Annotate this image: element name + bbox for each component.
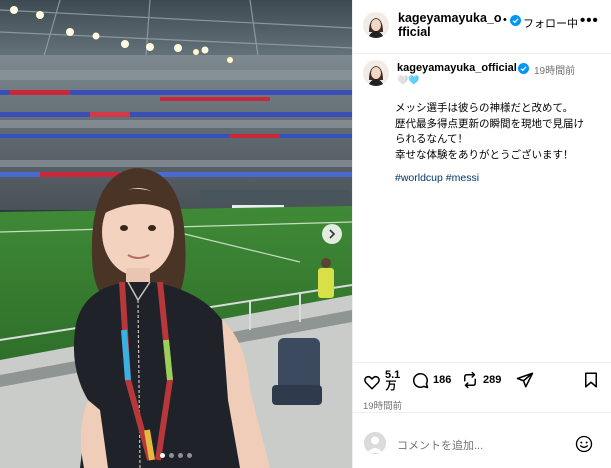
repost-icon bbox=[464, 371, 476, 389]
caption-username[interactable]: kageyamayuka_official bbox=[397, 62, 517, 74]
like-count-unit: 万 bbox=[385, 380, 397, 392]
repost-count: 289 bbox=[483, 373, 502, 386]
carousel-next-button[interactable] bbox=[322, 224, 342, 244]
light-blue-heart-emoji: 🩵 bbox=[408, 75, 420, 85]
caption-line: メッシ選手は彼らの神様だと改めて。 bbox=[395, 102, 574, 114]
avatar bbox=[364, 432, 386, 454]
caption-line: られるなんて！ bbox=[395, 133, 468, 145]
chevron-right-icon bbox=[329, 229, 336, 239]
caption-text: メッシ選手は彼らの神様だと改めて。 歴代最多得点更新の瞬間を現地で見届け られる… bbox=[395, 101, 607, 163]
following-button[interactable]: フォロー中 bbox=[523, 15, 578, 31]
username-link[interactable]: kageyamayuka_official bbox=[398, 11, 502, 39]
avatar[interactable] bbox=[363, 60, 389, 86]
carousel-dot bbox=[169, 453, 174, 458]
user-placeholder-icon bbox=[364, 432, 386, 454]
stadium-photo bbox=[0, 0, 352, 468]
repost-button[interactable]: 289 bbox=[461, 371, 501, 389]
comment-button[interactable]: 186 bbox=[411, 371, 451, 389]
paper-plane-icon bbox=[516, 372, 534, 388]
comment-input[interactable]: コメントを追加... bbox=[397, 437, 483, 453]
verified-badge-icon bbox=[518, 63, 529, 74]
white-heart-emoji: 🤍 bbox=[397, 75, 409, 85]
caption-area: kageyamayuka_official 19時間前 🤍🩵 メッシ選手は彼らの… bbox=[353, 54, 611, 362]
post-photo[interactable] bbox=[0, 0, 352, 468]
bookmark-icon bbox=[585, 372, 597, 388]
avatar[interactable] bbox=[363, 12, 389, 38]
post-side-panel: kageyamayuka_official • フォロー中 ••• kageya… bbox=[352, 0, 611, 468]
save-button[interactable] bbox=[582, 371, 600, 389]
carousel-dot bbox=[178, 453, 183, 458]
share-button[interactable] bbox=[516, 371, 534, 389]
comment-count: 186 bbox=[433, 373, 452, 386]
post-timestamp[interactable]: 19時間前 bbox=[363, 398, 402, 412]
profile-photo-icon bbox=[363, 60, 389, 86]
heart-icon bbox=[364, 375, 380, 389]
more-options-icon[interactable]: ••• bbox=[580, 12, 599, 29]
add-comment-bar: コメントを追加... bbox=[353, 412, 611, 468]
hashtags-link[interactable]: #worldcup #messi bbox=[395, 172, 479, 184]
carousel-dot bbox=[187, 453, 192, 458]
caption-timestamp[interactable]: 19時間前 bbox=[534, 62, 575, 77]
like-button[interactable]: 5.1 万 bbox=[363, 370, 400, 392]
like-count: 5.1 万 bbox=[385, 370, 400, 392]
action-bar: 5.1 万 186 289 19時間前 bbox=[353, 362, 611, 412]
post-header: kageyamayuka_official • フォロー中 ••• bbox=[353, 0, 611, 54]
comment-bubble-icon bbox=[413, 373, 429, 389]
verified-badge-icon bbox=[510, 15, 521, 26]
heart-emojis: 🤍🩵 bbox=[397, 75, 419, 86]
profile-photo-icon bbox=[363, 12, 389, 38]
smiley-icon[interactable] bbox=[575, 435, 593, 453]
separator-dot: • bbox=[503, 14, 507, 26]
carousel-dots bbox=[0, 453, 352, 458]
carousel-dot bbox=[160, 453, 165, 458]
caption-line: 幸せな体験をありがとうございます！ bbox=[395, 148, 574, 161]
caption-line: 歴代最多得点更新の瞬間を現地で見届け bbox=[395, 117, 584, 130]
